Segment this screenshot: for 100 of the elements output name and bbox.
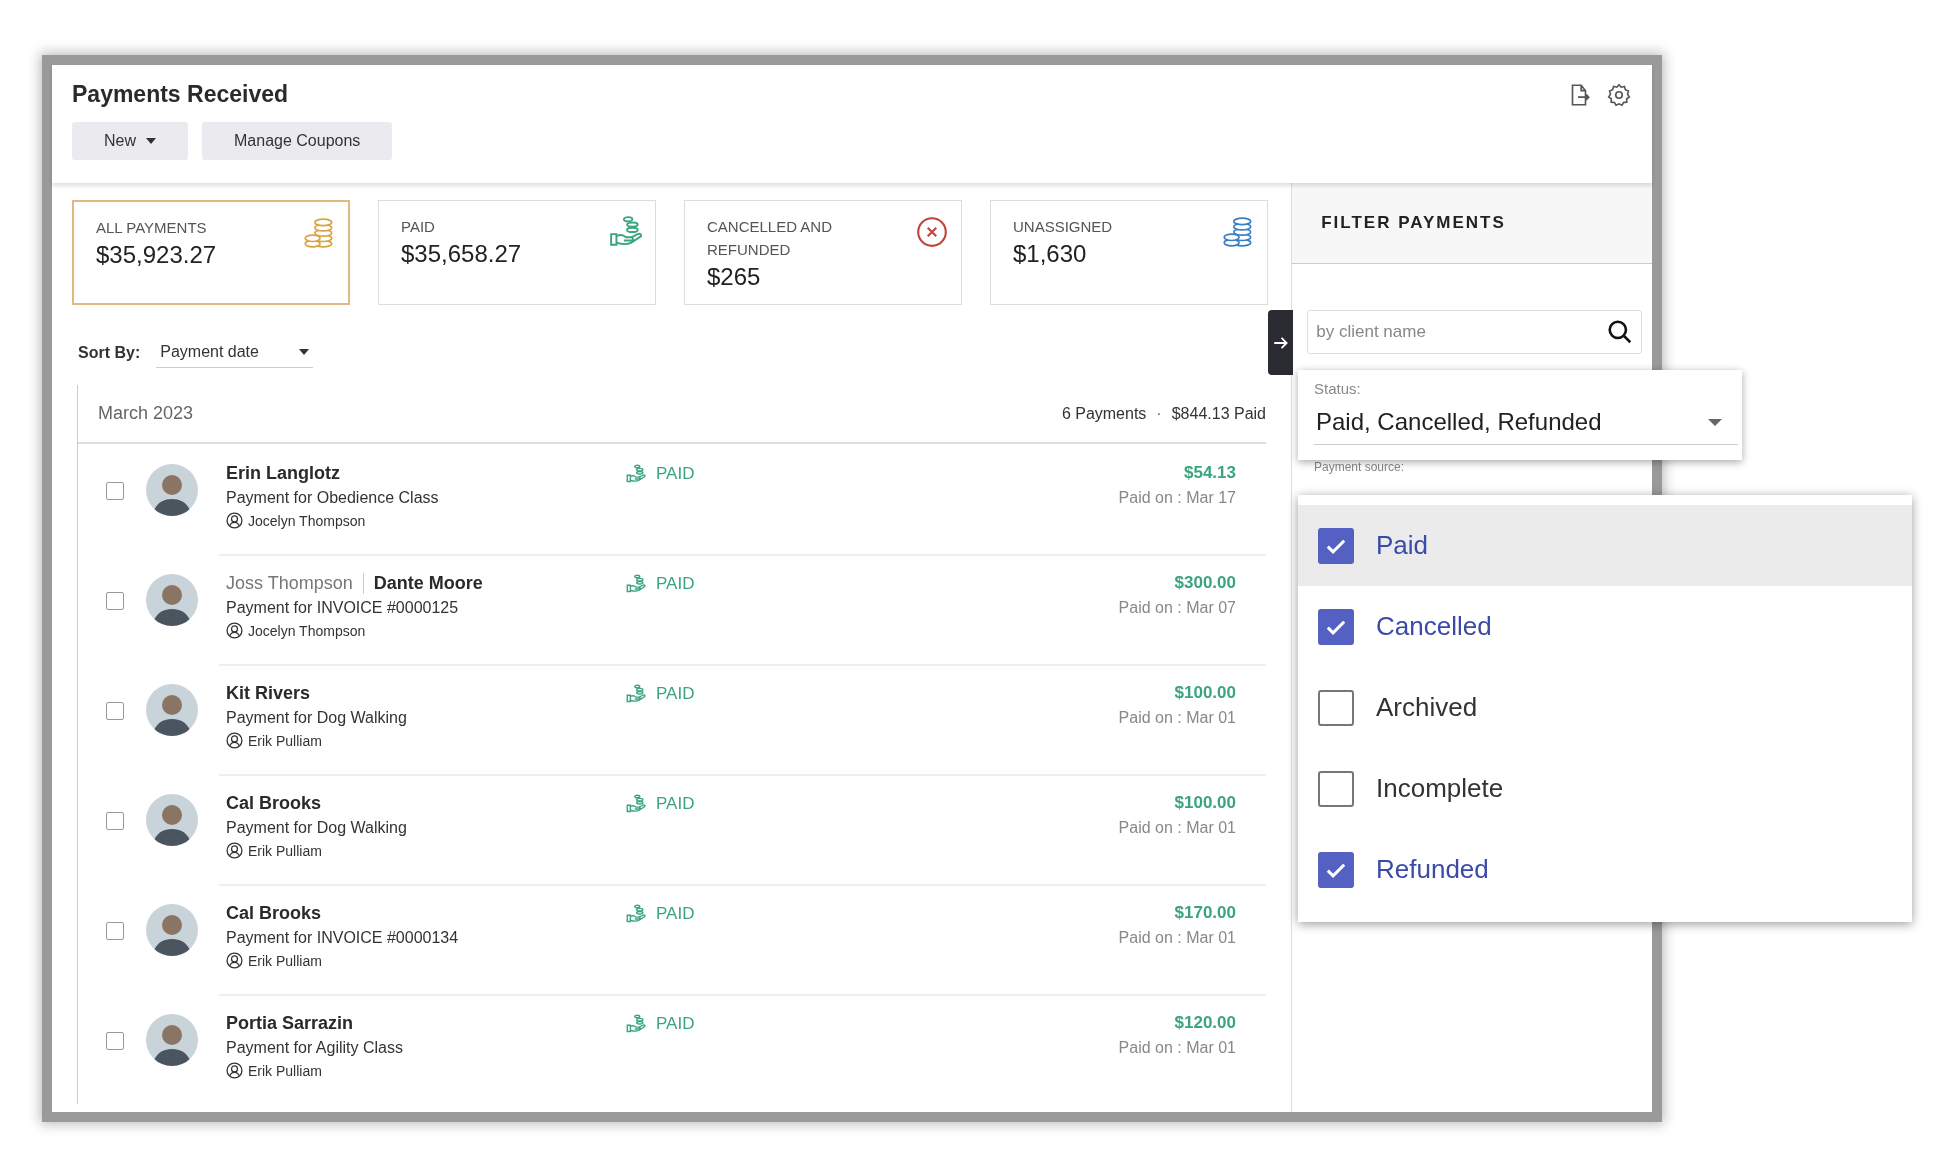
separator-dot: ·: [1156, 404, 1162, 423]
paid-total: $844.13 Paid: [1171, 404, 1266, 423]
settings-icon[interactable]: [1606, 81, 1632, 108]
summary-card[interactable]: PAID $35,658.27: [378, 200, 656, 305]
status-option[interactable]: Incomplete: [1298, 748, 1912, 829]
hand-coins-icon: [609, 215, 643, 249]
caret-icon: [1708, 418, 1722, 426]
row-checkbox[interactable]: [106, 592, 124, 610]
payment-description: Payment for Dog Walking: [226, 819, 408, 837]
status-value: Paid, Cancelled, Refunded: [1316, 408, 1602, 436]
payment-description: Payment for Obedience Class: [226, 489, 440, 507]
page-title: Payments Received: [72, 81, 289, 108]
row-checkbox[interactable]: [106, 812, 124, 830]
summary-card[interactable]: UNASSIGNED $1,630: [990, 200, 1268, 305]
new-dropdown-button[interactable]: New: [72, 122, 188, 160]
row-checkbox[interactable]: [106, 922, 124, 940]
payment-amount: $300.00: [1174, 573, 1236, 593]
staff-name: Erik Pulliam: [248, 952, 322, 969]
card-amount: $1,630: [1013, 240, 1088, 268]
avatar-icon: [146, 574, 198, 626]
staff-name: Erik Pulliam: [248, 1062, 322, 1079]
user-icon: [226, 622, 243, 639]
payment-description: Payment for INVOICE #0000125: [226, 599, 460, 617]
card-label: ALL PAYMENTS: [96, 218, 208, 238]
search-field[interactable]: by client name: [1307, 310, 1642, 354]
card-label: CANCELLED AND REFUNDED: [707, 217, 834, 260]
paid-date: Paid on : Mar 01: [1118, 1039, 1236, 1057]
payment-source-label: Payment source:: [1314, 460, 1405, 474]
client-name[interactable]: Cal Brooks: [226, 793, 322, 814]
client-name[interactable]: Dante Moore: [373, 573, 483, 594]
status-label: PAID: [656, 684, 695, 704]
status-label: Status:: [1314, 380, 1361, 397]
user-icon: [226, 842, 243, 859]
paid-date: Paid on : Mar 07: [1118, 599, 1236, 617]
summary-card[interactable]: CANCELLED AND REFUNDED $265: [684, 200, 962, 305]
coin-stack-icon: [302, 216, 336, 250]
client-name[interactable]: Cal Brooks: [226, 903, 322, 924]
payment-amount: $120.00: [1174, 1013, 1236, 1033]
summary-card[interactable]: ALL PAYMENTS $35,923.27: [72, 200, 350, 305]
payment-amount: $170.00: [1174, 903, 1236, 923]
card-amount: $265: [707, 263, 762, 291]
staff-name: Erik Pulliam: [248, 842, 322, 859]
hand-coins-icon: [626, 904, 646, 924]
paid-date: Paid on : Mar 01: [1118, 709, 1236, 727]
row-checkbox[interactable]: [106, 482, 124, 500]
avatar-icon: [146, 464, 198, 516]
user-icon: [226, 1062, 243, 1079]
status-label: PAID: [656, 464, 695, 484]
toolbar-button[interactable]: Manage Coupons: [202, 122, 393, 160]
coin-stack-icon: [1221, 215, 1255, 249]
status-label: PAID: [656, 574, 695, 594]
client-name[interactable]: Erin Langlotz: [226, 463, 340, 484]
user-icon: [226, 952, 243, 969]
linked-client-name[interactable]: Joss Thompson: [226, 573, 364, 594]
avatar-icon: [146, 684, 198, 736]
payment-description: Payment for INVOICE #0000134: [226, 929, 460, 947]
staff-name: Jocelyn Thompson: [248, 512, 366, 529]
option-checkbox[interactable]: [1318, 689, 1354, 726]
group-title: March 2023: [98, 403, 194, 424]
status-option[interactable]: Cancelled: [1298, 586, 1912, 667]
card-amount: $35,658.27: [401, 240, 523, 268]
user-icon: [226, 732, 243, 749]
search-icon[interactable]: [1607, 319, 1633, 345]
user-icon: [226, 512, 243, 529]
client-name[interactable]: Kit Rivers: [226, 683, 311, 704]
status-label: PAID: [656, 794, 695, 814]
payment-amount: $54.13: [1184, 463, 1236, 483]
status-option[interactable]: Archived: [1298, 667, 1912, 748]
option-checkbox[interactable]: [1318, 527, 1354, 564]
option-checkbox[interactable]: [1318, 608, 1354, 645]
staff-name: Jocelyn Thompson: [248, 622, 366, 639]
hand-coins-icon: [626, 1014, 646, 1034]
option-checkbox[interactable]: [1318, 770, 1354, 807]
sort-dropdown[interactable]: Payment date: [156, 338, 313, 368]
status-dropdown[interactable]: Status: Paid, Cancelled, Refunded: [1298, 370, 1742, 460]
payment-count: 6 Payments: [1061, 404, 1147, 423]
status-option[interactable]: Refunded: [1298, 829, 1912, 910]
payment-description: Payment for Agility Class: [226, 1039, 404, 1057]
row-checkbox[interactable]: [106, 1032, 124, 1050]
row-checkbox[interactable]: [106, 702, 124, 720]
hand-coins-icon: [626, 684, 646, 704]
card-amount: $35,923.27: [96, 241, 218, 269]
option-checkbox[interactable]: [1318, 851, 1354, 888]
paid-date: Paid on : Mar 01: [1118, 929, 1236, 947]
avatar-icon: [146, 794, 198, 846]
hand-coins-icon: [626, 794, 646, 814]
avatar-icon: [146, 1014, 198, 1066]
card-label: PAID: [401, 217, 436, 237]
card-label: UNASSIGNED: [1013, 217, 1114, 237]
filter-title: FILTER PAYMENTS: [1321, 213, 1506, 233]
status-label: PAID: [656, 904, 695, 924]
paid-date: Paid on : Mar 17: [1118, 489, 1236, 507]
payment-amount: $100.00: [1174, 793, 1236, 813]
avatar-icon: [146, 904, 198, 956]
client-name[interactable]: Portia Sarrazin: [226, 1013, 354, 1034]
hand-coins-icon: [626, 574, 646, 594]
hand-coins-icon: [626, 464, 646, 484]
paid-date: Paid on : Mar 01: [1118, 819, 1236, 837]
status-option[interactable]: Paid: [1298, 505, 1912, 586]
collapse-panel-button[interactable]: [1268, 310, 1293, 375]
